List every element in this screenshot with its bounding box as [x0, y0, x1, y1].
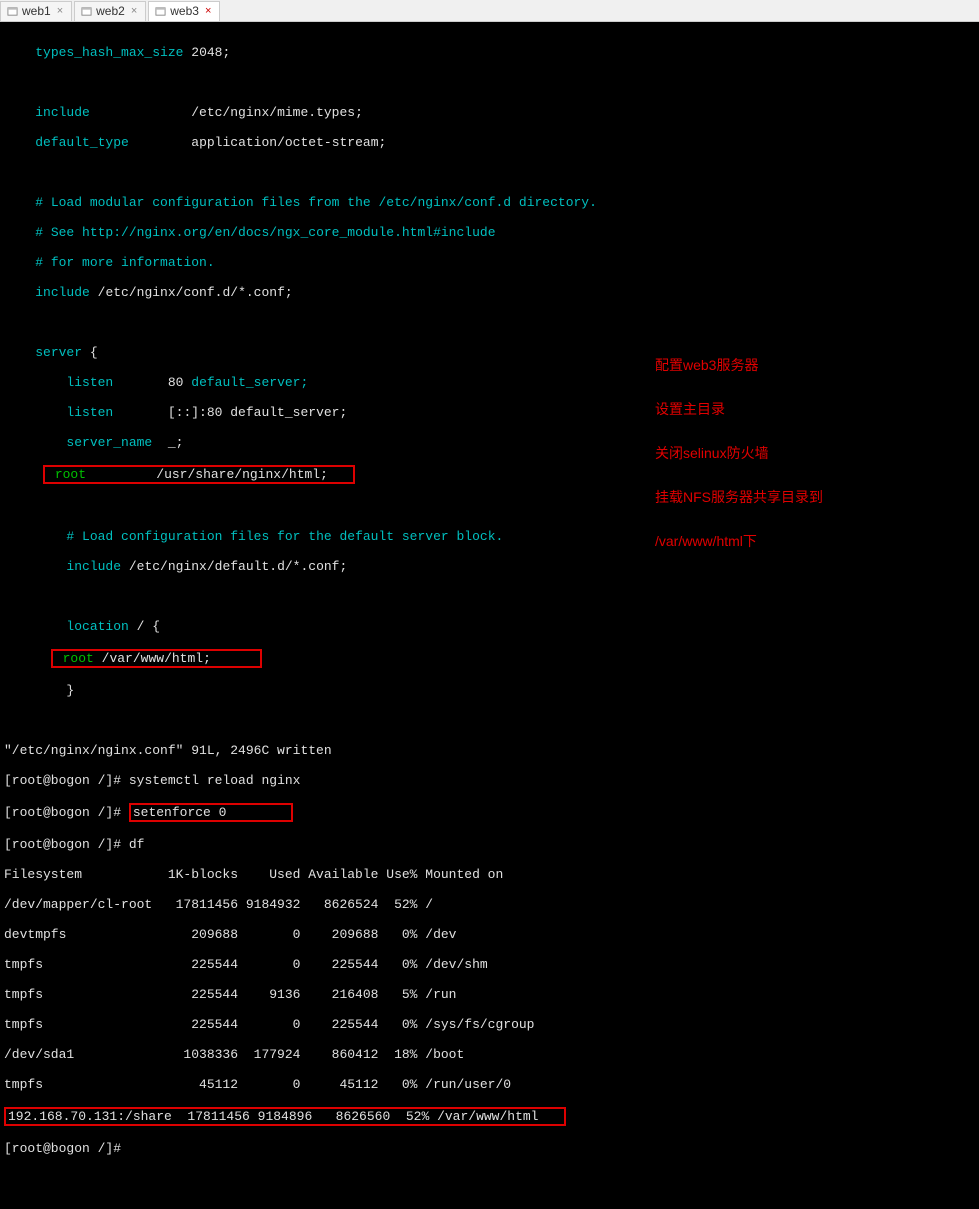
annotation-notes: 配置web3服务器 设置主目录 关闭selinux防火墙 挂载NFS服务器共享目…: [655, 332, 823, 574]
tab-bar: web1 × web2 × web3 ×: [0, 0, 979, 22]
config-line: include /etc/nginx/mime.types;: [4, 105, 975, 120]
prompt-line: [root@bogon /]# setenforce 0: [4, 803, 975, 822]
blank: [4, 589, 975, 604]
blank: [4, 75, 975, 90]
prompt-line: [root@bogon /]# systemctl reload nginx: [4, 773, 975, 788]
prompt-line: [root@bogon /]# df: [4, 837, 975, 852]
tab-web1[interactable]: web1 ×: [0, 1, 72, 21]
config-line: server {: [4, 345, 975, 360]
config-line: location / {: [4, 619, 975, 634]
config-line: server_name _;: [4, 435, 975, 450]
df-row: tmpfs 225544 0 225544 0% /sys/fs/cgroup: [4, 1017, 975, 1032]
terminal-icon: [81, 6, 92, 17]
config-line: }: [4, 683, 975, 698]
config-comment: # Load configuration files for the defau…: [4, 529, 975, 544]
boxed-root: root /var/www/html;: [4, 649, 975, 668]
df-row: tmpfs 225544 0 225544 0% /dev/shm: [4, 957, 975, 972]
annotation-line: /var/www/html下: [655, 530, 823, 552]
close-icon[interactable]: ×: [129, 5, 139, 17]
terminal-output[interactable]: types_hash_max_size 2048; include /etc/n…: [0, 22, 979, 1209]
config-comment: # See http://nginx.org/en/docs/ngx_core_…: [4, 225, 975, 240]
annotation-line: 关闭selinux防火墙: [655, 442, 823, 464]
annotation-line: 配置web3服务器: [655, 354, 823, 376]
close-icon[interactable]: ×: [55, 5, 65, 17]
tab-web2[interactable]: web2 ×: [74, 1, 146, 21]
config-comment: # for more information.: [4, 255, 975, 270]
tab-label: web3: [170, 4, 199, 18]
config-line: include /etc/nginx/default.d/*.conf;: [4, 559, 975, 574]
blank: [4, 499, 975, 514]
df-row: tmpfs 45112 0 45112 0% /run/user/0: [4, 1077, 975, 1092]
boxed-nfs-row: 192.168.70.131:/share 17811456 9184896 8…: [4, 1107, 975, 1126]
config-line: include /etc/nginx/conf.d/*.conf;: [4, 285, 975, 300]
vim-status: "/etc/nginx/nginx.conf" 91L, 2496C writt…: [4, 743, 975, 758]
blank: [4, 315, 975, 330]
prompt-line: [root@bogon /]#: [4, 1141, 975, 1156]
tab-web3[interactable]: web3 ×: [148, 1, 220, 21]
annotation-line: 设置主目录: [655, 398, 823, 420]
df-row: devtmpfs 209688 0 209688 0% /dev: [4, 927, 975, 942]
annotation-line: 挂载NFS服务器共享目录到: [655, 486, 823, 508]
blank: [4, 713, 975, 728]
config-line: listen 80 default_server;: [4, 375, 975, 390]
config-line: default_type application/octet-stream;: [4, 135, 975, 150]
config-comment: # Load modular configuration files from …: [4, 195, 975, 210]
boxed-root: root /usr/share/nginx/html;: [4, 465, 975, 484]
close-icon[interactable]: ×: [203, 5, 213, 17]
df-row: tmpfs 225544 9136 216408 5% /run: [4, 987, 975, 1002]
terminal-icon: [155, 6, 166, 17]
terminal-icon: [7, 6, 18, 17]
df-row: /dev/sda1 1038336 177924 860412 18% /boo…: [4, 1047, 975, 1062]
tab-label: web1: [22, 4, 51, 18]
tab-label: web2: [96, 4, 125, 18]
df-header: Filesystem 1K-blocks Used Available Use%…: [4, 867, 975, 882]
df-row: /dev/mapper/cl-root 17811456 9184932 862…: [4, 897, 975, 912]
config-line: listen [::]:80 default_server;: [4, 405, 975, 420]
blank: [4, 165, 975, 180]
config-line: types_hash_max_size 2048;: [4, 45, 975, 60]
